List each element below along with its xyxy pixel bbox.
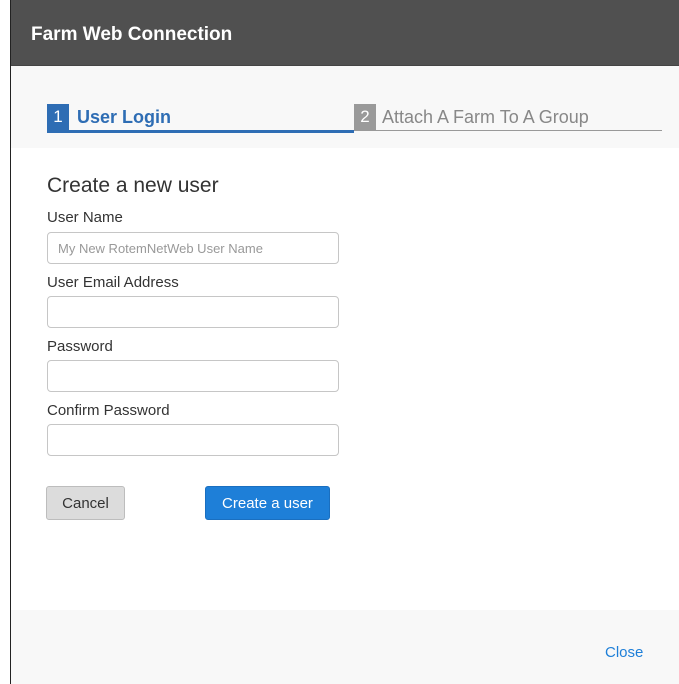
email-label: User Email Address [47, 274, 179, 291]
form-title: Create a new user [47, 174, 219, 197]
email-input[interactable] [47, 296, 339, 328]
step-label: User Login [77, 106, 172, 127]
wizard-step-user-login[interactable]: 1 User Login [47, 104, 354, 133]
farm-web-connection-dialog: Farm Web Connection 1 User Login 2 Attac… [10, 0, 679, 684]
user-name-label: User Name [47, 209, 123, 226]
dialog-title: Farm Web Connection [31, 24, 233, 45]
step-number: 1 [47, 104, 69, 130]
step-number: 2 [354, 104, 376, 130]
wizard-step-attach-farm[interactable]: 2 Attach A Farm To A Group [354, 104, 662, 131]
user-name-input[interactable] [47, 232, 339, 264]
confirm-password-input[interactable] [47, 424, 339, 456]
create-user-button[interactable]: Create a user [205, 486, 330, 520]
cancel-button[interactable]: Cancel [46, 486, 125, 520]
password-input[interactable] [47, 360, 339, 392]
dialog-footer [11, 610, 679, 684]
confirm-password-label: Confirm Password [47, 402, 170, 419]
password-label: Password [47, 338, 113, 355]
step-label: Attach A Farm To A Group [382, 106, 589, 127]
close-link[interactable]: Close [605, 644, 643, 661]
dialog-titlebar: Farm Web Connection [11, 0, 679, 66]
